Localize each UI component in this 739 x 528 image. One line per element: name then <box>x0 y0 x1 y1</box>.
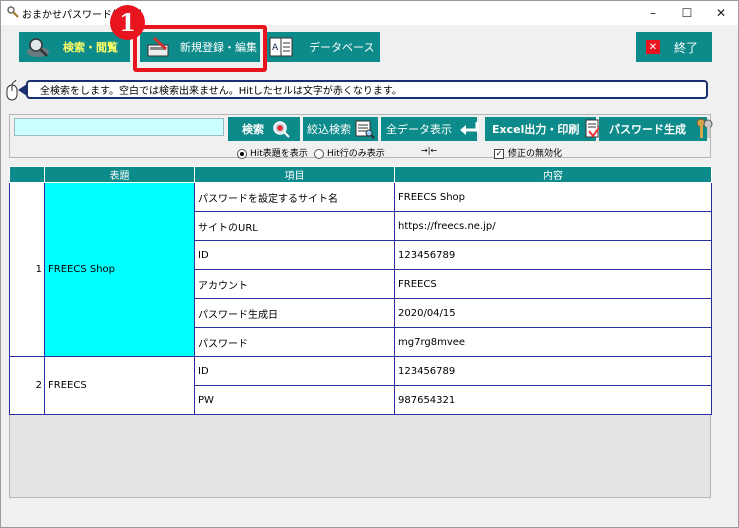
search-browse-button[interactable]: 検索・閲覧 <box>19 32 130 62</box>
search-button[interactable]: 検索 <box>228 117 300 141</box>
keys-icon <box>694 118 714 140</box>
database-book-icon: A <box>269 35 293 59</box>
exit-button[interactable]: ✕ 終了 <box>636 32 712 62</box>
value-cell[interactable]: https://freecs.ne.jp/ <box>394 211 712 241</box>
filter-list-icon <box>355 119 375 139</box>
show-all-data-label: 全データ表示 <box>386 123 452 136</box>
row-number: 1 <box>9 182 45 357</box>
record-title-cell[interactable]: FREECS Shop <box>44 182 195 357</box>
search-button-label: 検索 <box>242 123 264 136</box>
radio-circle-icon <box>314 148 324 159</box>
navigation-arrows[interactable]: →|← <box>421 146 437 155</box>
step-highlight-box <box>133 25 267 72</box>
item-cell[interactable]: パスワードを設定するサイト名 <box>194 182 395 212</box>
message-bar: 全検索をします。空白では検索出来ません。Hitしたセルは文字が赤くなります。 <box>26 80 708 99</box>
row-number: 2 <box>9 356 45 415</box>
disable-edit-checkbox[interactable]: ✓ 修正の無効化 <box>494 146 562 159</box>
column-header-item[interactable]: 項目 <box>194 166 395 183</box>
minimize-button[interactable]: – <box>636 1 670 25</box>
search-browse-label: 検索・閲覧 <box>63 41 118 54</box>
search-icon <box>272 120 290 138</box>
password-generate-button[interactable]: パスワード生成 <box>599 117 713 141</box>
data-grid: 表題 項目 内容 1 FREECS Shop パスワードを設定するサイト名 FR… <box>9 166 712 415</box>
item-cell[interactable]: パスワード生成日 <box>194 298 395 328</box>
value-cell[interactable]: mg7rg8mvee <box>394 327 712 357</box>
excel-export-print-button[interactable]: Excel出力・印刷 <box>485 117 603 141</box>
column-header-title[interactable]: 表題 <box>44 166 195 183</box>
item-cell[interactable]: ID <box>194 240 395 270</box>
filter-search-button[interactable]: 絞込検索 <box>303 117 378 141</box>
record-title-cell[interactable]: FREECS <box>44 356 195 415</box>
radio-show-hit-rows-label: Hit行のみ表示 <box>327 149 385 159</box>
radio-show-hit-title-label: Hit表題を表示 <box>250 149 308 159</box>
grid-corner-header <box>9 166 45 183</box>
value-cell[interactable]: 123456789 <box>394 356 712 386</box>
return-arrow-icon <box>458 120 480 138</box>
table-row[interactable]: 1 FREECS Shop パスワードを設定するサイト名 FREECS Shop <box>9 182 712 357</box>
item-cell[interactable]: PW <box>194 385 395 415</box>
grid-header-row: 表題 項目 内容 <box>9 166 712 183</box>
app-logo-icon <box>7 6 19 18</box>
value-cell[interactable]: 987654321 <box>394 385 712 415</box>
value-cell[interactable]: 2020/04/15 <box>394 298 712 328</box>
radio-show-hit-title[interactable]: Hit表題を表示 <box>237 146 308 159</box>
magnifier-icon <box>25 34 51 60</box>
table-row[interactable]: 2 FREECS ID 123456789 <box>9 356 712 415</box>
item-cell[interactable]: パスワード <box>194 327 395 357</box>
value-cell[interactable]: FREECS Shop <box>394 182 712 212</box>
radio-dot-icon <box>237 148 247 159</box>
item-cell[interactable]: ID <box>194 356 395 386</box>
database-button[interactable]: A データベース <box>263 32 380 62</box>
value-cell[interactable]: FREECS <box>394 269 712 299</box>
radio-show-hit-rows[interactable]: Hit行のみ表示 <box>314 146 385 159</box>
show-all-data-button[interactable]: 全データ表示 <box>381 117 480 141</box>
item-cell[interactable]: サイトのURL <box>194 211 395 241</box>
exit-x-icon: ✕ <box>646 40 660 54</box>
column-header-content[interactable]: 内容 <box>394 166 712 183</box>
item-cell[interactable]: アカウント <box>194 269 395 299</box>
filter-search-label: 絞込検索 <box>307 123 351 136</box>
disable-edit-label: 修正の無効化 <box>508 149 563 159</box>
password-generate-label: パスワード生成 <box>609 123 686 136</box>
excel-export-label: Excel出力・印刷 <box>492 123 580 136</box>
close-window-button[interactable]: ✕ <box>704 1 738 25</box>
maximize-button[interactable]: ☐ <box>670 1 704 25</box>
database-label: データベース <box>309 41 375 54</box>
check-icon: ✓ <box>494 148 504 159</box>
exit-label: 終了 <box>674 40 699 55</box>
step-badge: 1 <box>110 5 145 40</box>
svg-text:A: A <box>272 43 279 53</box>
value-cell[interactable]: 123456789 <box>394 240 712 270</box>
search-input[interactable] <box>14 118 224 136</box>
